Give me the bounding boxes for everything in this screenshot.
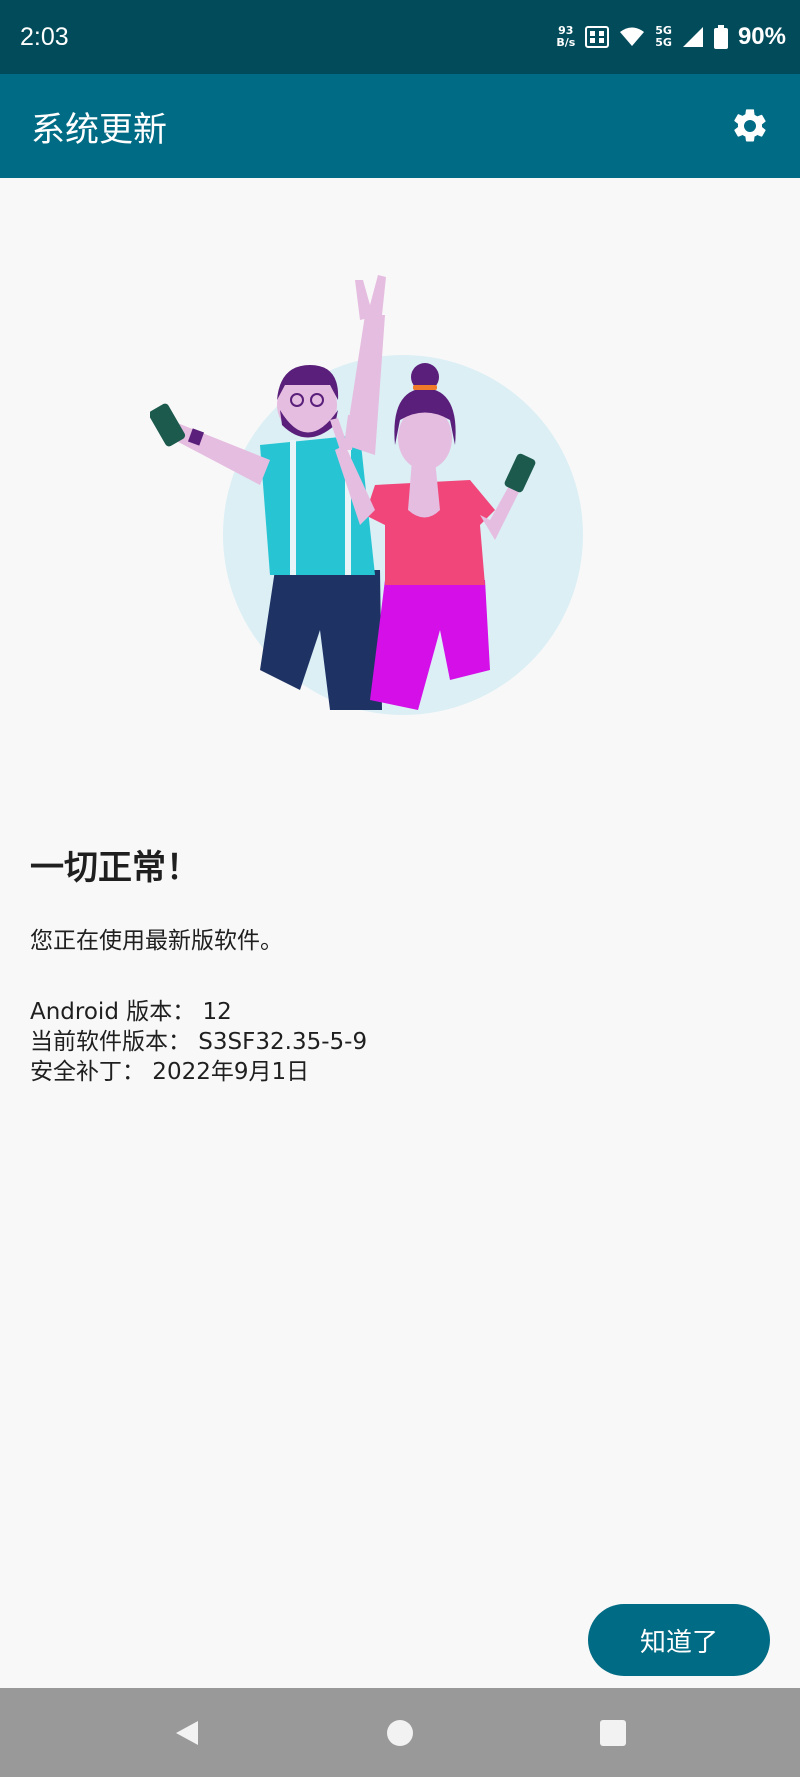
- gear-icon: [734, 109, 766, 142]
- hd-icon: [585, 25, 610, 49]
- software-version: 当前软件版本： S3SF32.35-5-9: [30, 1029, 368, 1055]
- android-version: Android 版本： 12: [30, 999, 232, 1025]
- signal-icon: [682, 26, 704, 48]
- status-headline: 一切正常！: [30, 848, 200, 888]
- recents-button[interactable]: [583, 1703, 643, 1763]
- net-speed-indicator: 93 B/s: [556, 25, 575, 49]
- status-bar: 2:03 93 B/s 5G 5G 90%: [0, 0, 800, 74]
- status-subtext: 您正在使用最新版软件。: [30, 928, 283, 954]
- back-triangle-icon: [175, 1720, 198, 1745]
- page-title: 系统更新: [31, 109, 167, 150]
- navigation-bar: [0, 1688, 800, 1777]
- man-peace-hand: [355, 275, 386, 320]
- suspender-left: [290, 440, 296, 575]
- app-bar: 系统更新: [0, 74, 800, 178]
- wifi-icon: [619, 26, 645, 48]
- got-it-button[interactable]: 知道了: [588, 1604, 770, 1676]
- net-speed-unit: B/s: [556, 36, 576, 49]
- people-celebrating-illustration: [148, 270, 600, 720]
- home-button[interactable]: [370, 1703, 430, 1763]
- battery-percent: 90%: [737, 23, 786, 50]
- battery-icon: [713, 25, 728, 49]
- network-5g-indicator: 5G 5G: [655, 25, 672, 49]
- network-5g-bottom: 5G: [655, 36, 672, 49]
- update-status-content: 一切正常！ 您正在使用最新版软件。 Android 版本： 12 当前软件版本：…: [30, 840, 770, 1087]
- status-icons: 93 B/s 5G 5G 90%: [556, 23, 786, 51]
- recents-square-icon: [600, 1719, 627, 1746]
- back-button[interactable]: [157, 1703, 217, 1763]
- security-patch: 安全补丁： 2022年9月1日: [30, 1059, 310, 1085]
- settings-button[interactable]: [722, 98, 778, 154]
- home-circle-icon: [386, 1719, 413, 1746]
- status-time: 2:03: [20, 22, 69, 51]
- woman-hair-tie: [413, 385, 437, 390]
